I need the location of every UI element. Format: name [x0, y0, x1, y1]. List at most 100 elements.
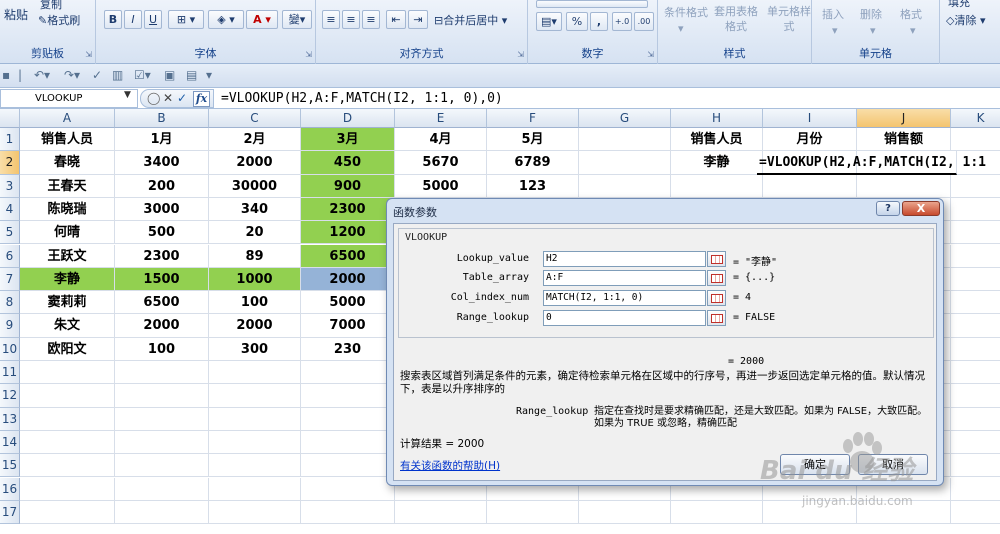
currency-button[interactable]: ▤▾	[536, 12, 562, 31]
data-cell[interactable]: 1500	[115, 267, 209, 292]
cell[interactable]	[579, 128, 671, 152]
cell[interactable]	[301, 407, 395, 431]
cell[interactable]	[209, 407, 301, 431]
cell[interactable]	[20, 430, 115, 455]
cell[interactable]	[951, 198, 1000, 222]
row-header-7[interactable]: 7	[0, 267, 20, 292]
data-cell[interactable]: 900	[301, 174, 395, 198]
cell[interactable]	[209, 384, 301, 408]
cell[interactable]	[579, 174, 671, 198]
data-cell[interactable]: 李静	[20, 267, 115, 292]
conditional-format-button[interactable]: 条件格式	[664, 4, 708, 20]
save-icon[interactable]: ▪	[2, 68, 10, 82]
cell[interactable]	[579, 151, 671, 175]
data-cell[interactable]: 5670	[395, 151, 487, 175]
border-button[interactable]: ⊞ ▾	[168, 10, 204, 29]
name-box[interactable]: VLOOKUP	[0, 89, 138, 108]
column-header-a[interactable]: A	[20, 109, 115, 128]
cell[interactable]	[951, 478, 1000, 501]
row-header-16[interactable]: 16	[0, 477, 20, 501]
column-header-k[interactable]: K	[951, 109, 1000, 128]
data-cell[interactable]: 123	[487, 174, 579, 198]
cell[interactable]	[209, 500, 301, 525]
cell[interactable]	[763, 174, 857, 198]
lookup-name-cell[interactable]: 李静	[671, 151, 763, 175]
cell[interactable]	[951, 268, 1000, 292]
function-help-link[interactable]: 有关该函数的帮助(H)	[400, 458, 500, 473]
data-cell[interactable]: 3400	[115, 151, 209, 175]
cell[interactable]	[671, 174, 763, 198]
undo-icon[interactable]: ↶▾	[34, 68, 50, 82]
format-painter-button[interactable]: ✎格式刷	[38, 12, 80, 28]
row-header-10[interactable]: 10	[0, 337, 20, 361]
delete-button[interactable]: 删除	[860, 6, 882, 22]
number-format-dropdown[interactable]	[536, 0, 648, 8]
cell[interactable]	[951, 221, 1000, 245]
cell[interactable]	[579, 500, 671, 525]
header-cell[interactable]: 1月	[115, 128, 209, 152]
cell[interactable]	[951, 408, 1000, 431]
cell[interactable]	[301, 384, 395, 408]
enter-check-icon[interactable]: ✓	[177, 91, 187, 105]
data-cell[interactable]: 6500	[115, 291, 209, 315]
select-all-corner[interactable]	[0, 109, 20, 128]
data-cell[interactable]: 春晓	[20, 151, 115, 175]
comma-button[interactable]: ,	[590, 12, 608, 31]
cell[interactable]	[763, 500, 857, 525]
cell[interactable]	[209, 361, 301, 385]
cell[interactable]	[951, 175, 1000, 198]
clear-button[interactable]: ◇清除 ▾	[946, 12, 986, 28]
data-cell[interactable]: 何晴	[20, 221, 115, 245]
insert-button[interactable]: 插入	[822, 6, 844, 22]
cell[interactable]	[951, 314, 1000, 338]
percent-button[interactable]: %	[566, 12, 588, 31]
format-button[interactable]: 格式	[900, 6, 922, 22]
row-header-1[interactable]: 1	[0, 128, 20, 152]
data-cell[interactable]: 王春天	[20, 174, 115, 198]
data-cell[interactable]: 2300	[301, 197, 395, 222]
column-header-g[interactable]: G	[579, 109, 671, 128]
data-cell[interactable]: 2300	[115, 244, 209, 268]
table-format-button[interactable]: 套用表格格式	[712, 4, 760, 34]
header-cell[interactable]: 销售人员	[20, 128, 115, 152]
cancel-x-icon[interactable]: ✕	[163, 91, 173, 105]
clipboard-launcher-icon[interactable]: ⇲	[85, 50, 92, 59]
cell[interactable]	[301, 361, 395, 385]
column-header-h[interactable]: H	[671, 109, 763, 128]
data-cell[interactable]: 2000	[209, 314, 301, 338]
italic-button[interactable]: I	[124, 10, 142, 29]
row-header-13[interactable]: 13	[0, 407, 20, 431]
data-cell[interactable]: 500	[115, 221, 209, 245]
cell[interactable]	[671, 500, 763, 525]
spell-check-icon[interactable]: ✓	[92, 68, 102, 82]
cell[interactable]	[301, 500, 395, 525]
cell[interactable]	[115, 384, 209, 408]
row-header-9[interactable]: 9	[0, 314, 20, 338]
data-cell[interactable]: 1000	[209, 267, 301, 292]
edit-icon[interactable]: ☑▾	[134, 68, 151, 82]
redo-icon[interactable]: ↷▾	[64, 68, 80, 82]
header-cell[interactable]: 销售人员	[671, 128, 763, 152]
row-header-12[interactable]: 12	[0, 384, 20, 408]
customize-qat-icon[interactable]: ▾	[206, 68, 212, 82]
data-cell[interactable]: 1200	[301, 221, 395, 245]
collapse-dialog-button[interactable]	[707, 310, 726, 326]
header-cell[interactable]: 3月	[301, 128, 395, 152]
column-header-f[interactable]: F	[487, 109, 579, 128]
cancel-button[interactable]: 取消	[858, 454, 928, 475]
row-header-5[interactable]: 5	[0, 221, 20, 245]
font-launcher-icon[interactable]: ⇲	[305, 50, 312, 59]
data-cell[interactable]: 5000	[395, 174, 487, 198]
align-right-button[interactable]: ≡	[362, 10, 380, 29]
table-array-input[interactable]: A:F	[543, 270, 706, 286]
paste-button[interactable]: 粘贴	[4, 6, 28, 23]
header-cell[interactable]: 月份	[763, 128, 857, 152]
data-cell[interactable]: 7000	[301, 314, 395, 338]
column-header-e[interactable]: E	[395, 109, 487, 128]
data-cell[interactable]: 欧阳文	[20, 337, 115, 361]
conditional-format-arrow-icon[interactable]: ▾	[678, 22, 684, 35]
row-header-3[interactable]: 3	[0, 174, 20, 198]
chart-icon[interactable]: ▥	[112, 68, 123, 82]
data-cell[interactable]: 100	[209, 291, 301, 315]
fill-button[interactable]: 填充	[948, 0, 970, 10]
